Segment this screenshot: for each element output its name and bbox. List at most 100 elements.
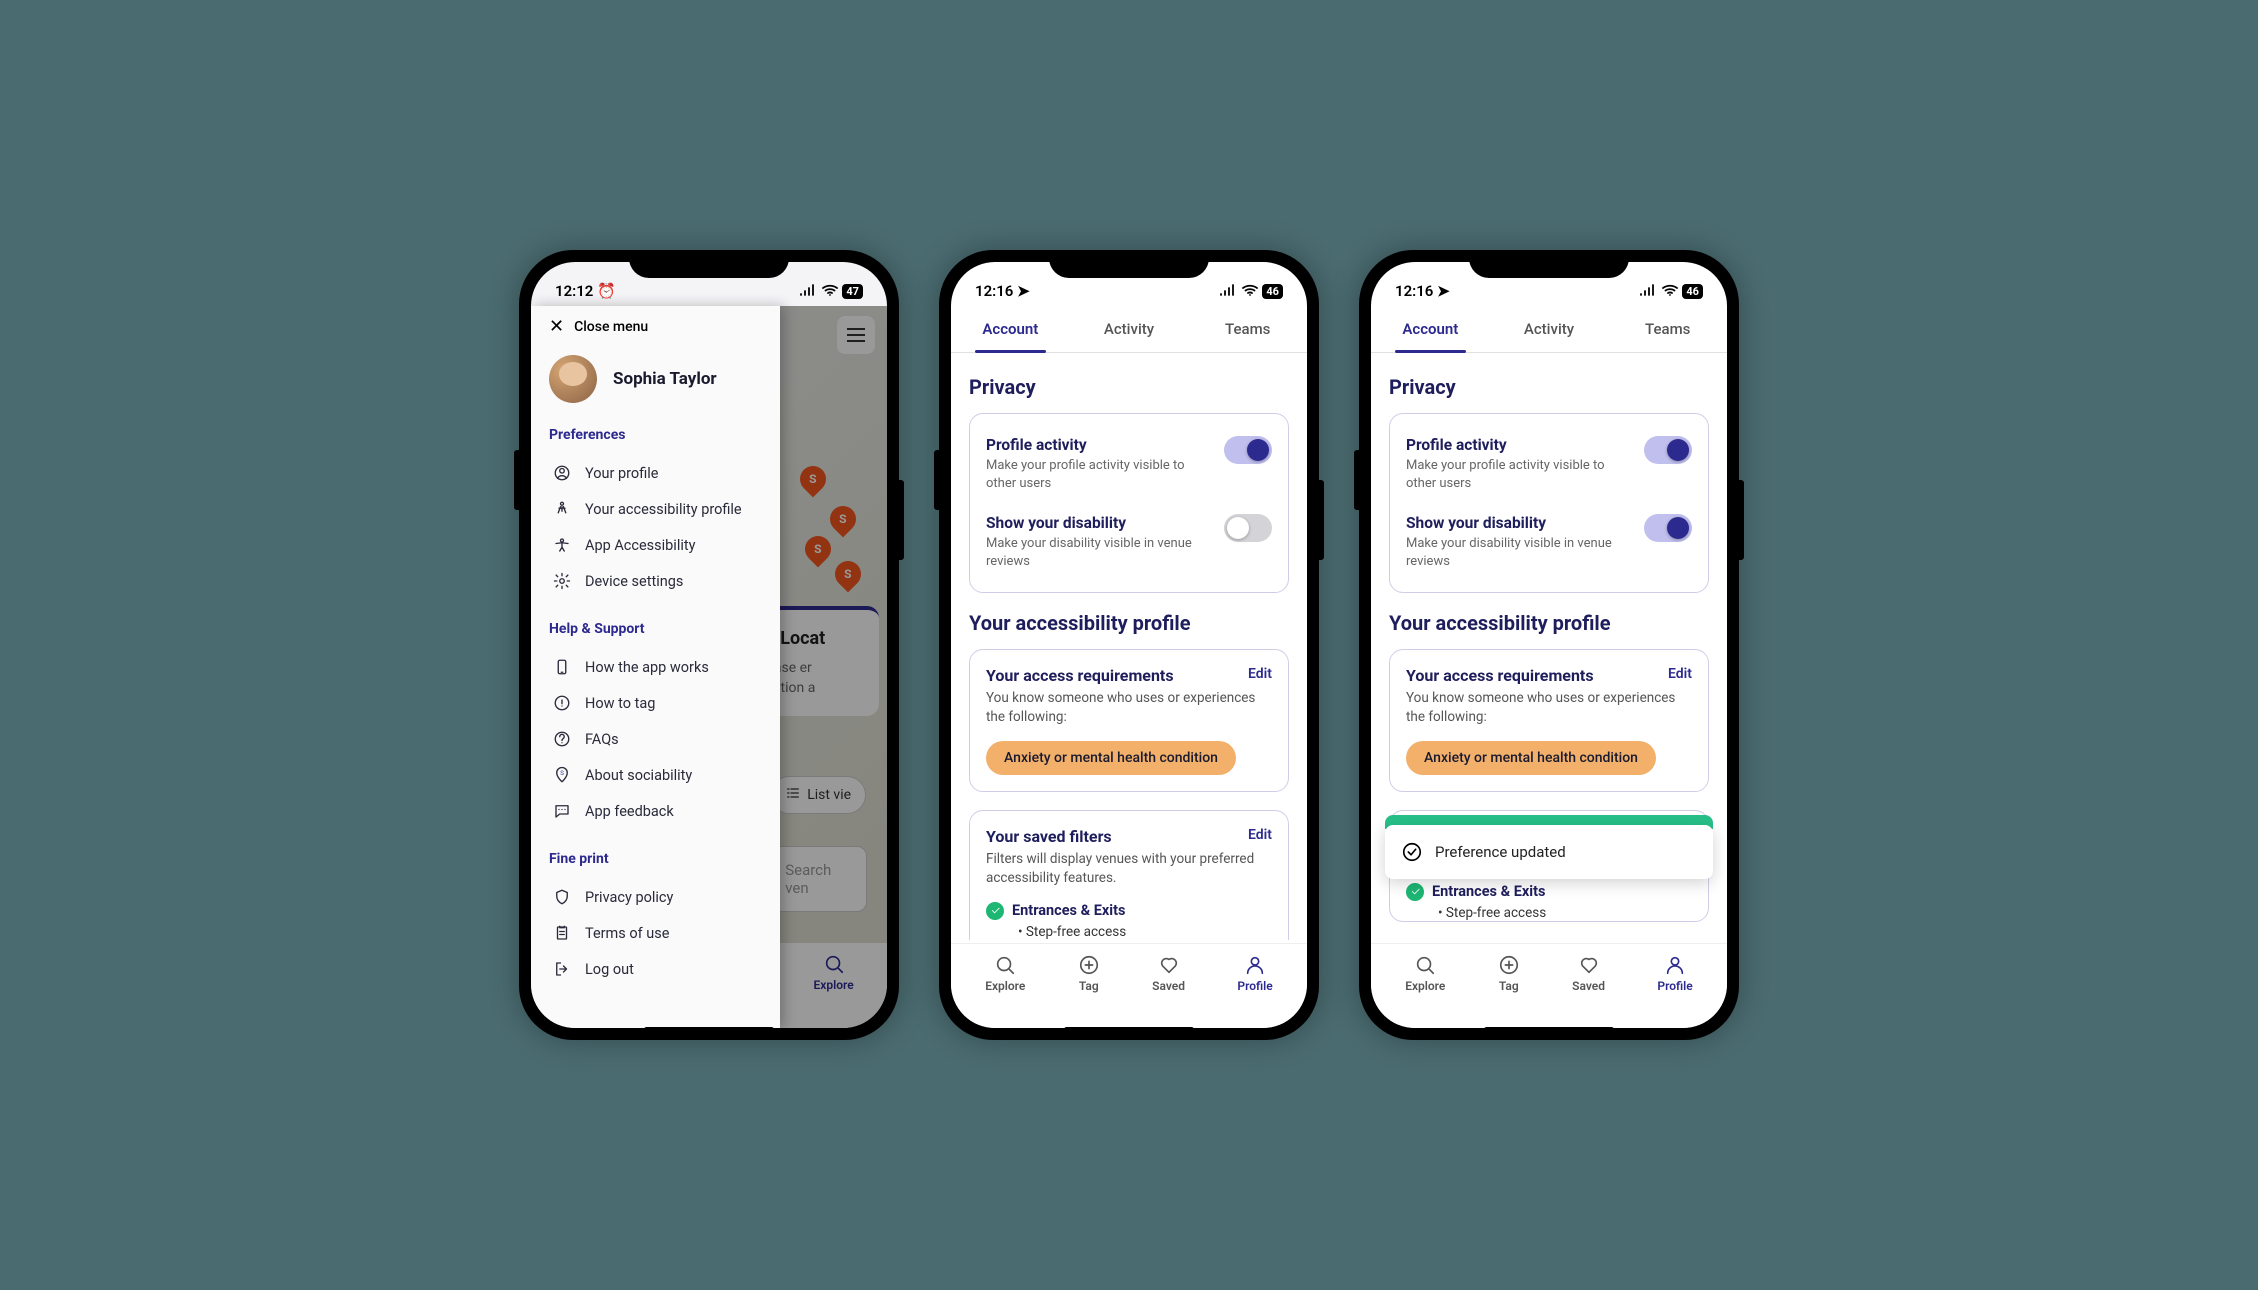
tab-teams[interactable]: Teams [1188,306,1307,352]
requirements-card: Your access requirements Edit You know s… [1389,649,1709,792]
requirements-title: Your access requirements [1406,666,1594,685]
content-scroll[interactable]: Privacy Profile activity Make your profi… [951,353,1307,940]
list-view-chip[interactable]: List vie [770,776,866,814]
status-time: 12:16 [1395,282,1433,300]
menu-privacy[interactable]: Privacy policy [549,879,762,915]
edit-requirements-link[interactable]: Edit [1248,666,1272,682]
search-input[interactable]: Search ven [770,846,867,912]
menu-accessibility-profile[interactable]: Your accessibility profile [549,491,762,527]
menu-faqs[interactable]: FAQs [549,721,762,757]
tab-account[interactable]: Account [1371,306,1490,352]
toggle-title: Show your disability [986,514,1212,532]
requirements-desc: You know someone who uses or experiences… [986,689,1272,727]
menu-label: How the app works [585,659,709,676]
location-arrow-icon: ➤ [1017,282,1030,300]
toggle-desc: Make your disability visible in venue re… [986,535,1212,570]
requirements-title: Your access requirements [986,666,1174,685]
status-time: 12:12 [555,282,593,300]
profile-activity-toggle[interactable] [1224,436,1272,464]
menu-label: Device settings [585,573,683,590]
profile-activity-toggle[interactable] [1644,436,1692,464]
filters-title: Your saved filters [986,827,1112,846]
nav-profile[interactable]: Profile [1237,954,1272,1028]
edit-requirements-link[interactable]: Edit [1668,666,1692,682]
nav-saved[interactable]: Saved [1572,954,1605,1028]
nav-profile[interactable]: Profile [1657,954,1692,1028]
home-indicator [1484,1027,1614,1032]
tab-activity[interactable]: Activity [1070,306,1189,352]
tab-activity[interactable]: Activity [1490,306,1609,352]
close-icon: ✕ [549,316,564,337]
toggle-title: Profile activity [986,436,1212,454]
menu-device-settings[interactable]: Device settings [549,563,762,599]
hamburger-button[interactable] [837,316,875,354]
nav-explore-label: Explore [814,978,854,992]
close-menu-button[interactable]: ✕ Close menu [549,316,762,337]
menu-label: App feedback [585,803,674,820]
bottom-nav: Explore Tag Saved Profile [1371,943,1727,1028]
nav-saved[interactable]: Saved [1152,954,1185,1028]
access-profile-heading: Your accessibility profile [969,611,1289,635]
map-background[interactable]: S S S S Locat Please er location a [780,306,887,1028]
nav-tag[interactable]: Tag [1498,954,1520,1028]
check-icon [986,902,1004,920]
menu-your-profile[interactable]: Your profile [549,455,762,491]
show-disability-toggle[interactable] [1644,514,1692,542]
wifi-icon [1662,282,1678,300]
profile-header[interactable]: Sophia Taylor [549,355,762,403]
toggle-desc: Make your profile activity visible to ot… [1406,457,1632,492]
bottom-nav: Explore Tag Saved Profile [951,943,1307,1028]
tab-teams[interactable]: Teams [1608,306,1727,352]
side-drawer: ✕ Close menu Sophia Taylor Preferences Y… [531,306,780,1028]
menu-how-to-tag[interactable]: How to tag [549,685,762,721]
phone-mockup-3: 12:16 ➤ 46 Account Activity Teams Privac… [1359,250,1739,1040]
tabs: Account Activity Teams [951,306,1307,353]
filters-desc: Filters will display venues with your pr… [986,850,1272,888]
status-time: 12:16 [975,282,1013,300]
content-scroll[interactable]: Privacy Profile activity Make your profi… [1371,353,1727,940]
menu-label: About sociability [585,767,692,784]
menu-app-accessibility[interactable]: App Accessibility [549,527,762,563]
menu-about[interactable]: S About sociability [549,757,762,793]
avatar [549,355,597,403]
menu-label: Terms of use [585,925,669,942]
edit-filters-link[interactable]: Edit [1248,827,1272,843]
section-preferences: Preferences [549,427,762,443]
section-help: Help & Support [549,621,762,637]
menu-feedback[interactable]: App feedback [549,793,762,829]
show-disability-toggle[interactable] [1224,514,1272,542]
nav-explore[interactable]: Explore [1405,954,1445,1028]
phone-mockup-1: 12:12 ⏰ 47 S S S S [519,250,899,1040]
nav-tag[interactable]: Tag [1078,954,1100,1028]
wifi-icon [1242,282,1258,300]
home-indicator [644,1027,774,1032]
tab-account[interactable]: Account [951,306,1070,352]
menu-label: App Accessibility [585,537,696,554]
menu-label: FAQs [585,731,619,748]
menu-logout[interactable]: Log out [549,951,762,987]
notch [1049,250,1209,278]
profile-name: Sophia Taylor [613,369,717,389]
list-view-label: List vie [807,787,851,803]
search-placeholder: Search ven [785,861,831,897]
wifi-icon [822,282,838,300]
home-indicator [1064,1027,1194,1032]
tabs: Account Activity Teams [1371,306,1727,353]
battery-badge: 46 [1262,284,1283,299]
toggle-title: Profile activity [1406,436,1632,454]
toast-notification[interactable]: Preference updated [1385,825,1713,879]
location-arrow-icon: ➤ [1437,282,1450,300]
battery-badge: 46 [1682,284,1703,299]
section-fineprint: Fine print [549,851,762,867]
nav-explore[interactable]: Explore [814,953,854,1028]
menu-how-app-works[interactable]: How the app works [549,649,762,685]
privacy-card: Profile activity Make your profile activ… [969,413,1289,593]
notch [1469,250,1629,278]
menu-terms[interactable]: Terms of use [549,915,762,951]
alarm-icon: ⏰ [597,282,616,300]
nav-explore[interactable]: Explore [985,954,1025,1028]
filter-name: Entrances & Exits [1012,902,1125,919]
menu-label: Log out [585,961,634,978]
signal-icon [1220,282,1238,300]
toggle-desc: Make your disability visible in venue re… [1406,535,1632,570]
